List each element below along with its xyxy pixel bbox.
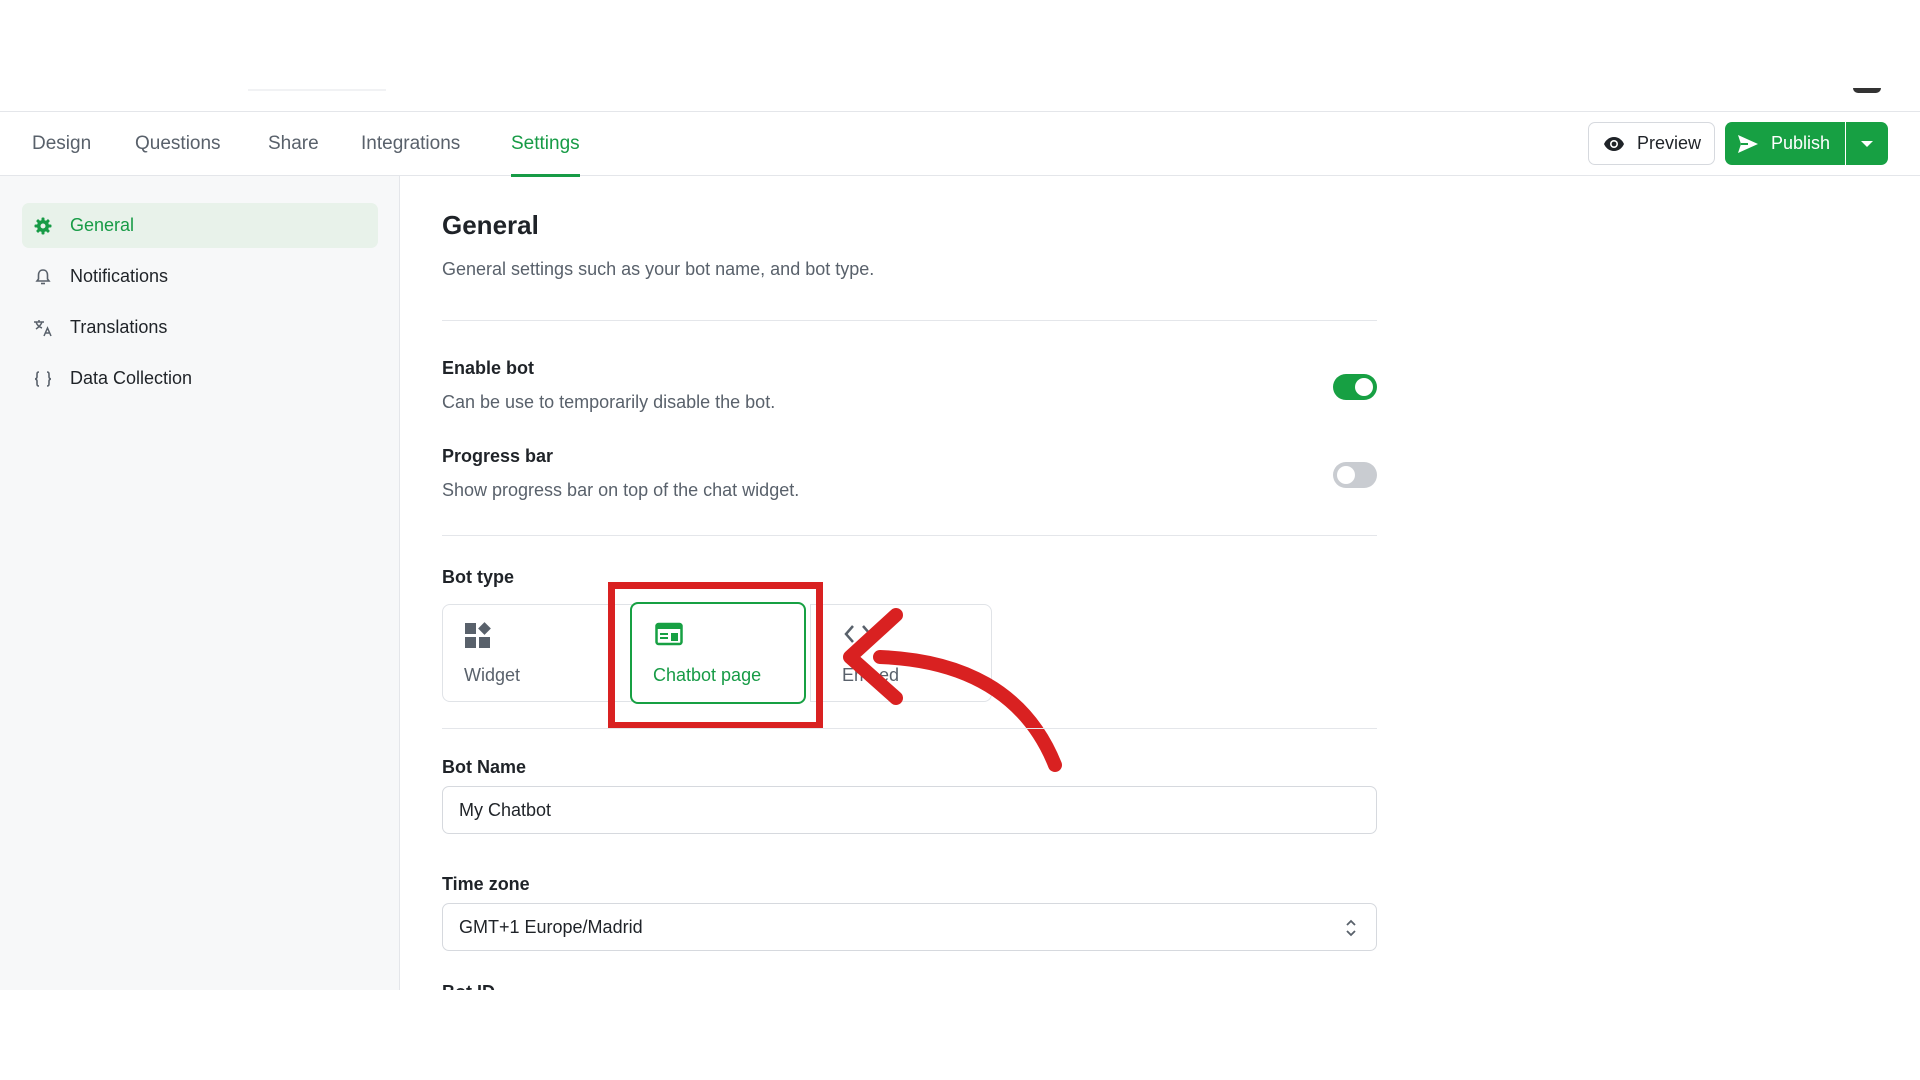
- bell-icon: [32, 266, 54, 288]
- enable-bot-label: Enable bot: [442, 358, 535, 378]
- publish-label: Publish: [1771, 133, 1831, 153]
- sidebar-item-translations[interactable]: Translations: [22, 305, 378, 350]
- bot-type-option-label: Chatbot page: [653, 665, 762, 685]
- avatar[interactable]: [1853, 88, 1881, 93]
- caret-down-icon: [1861, 140, 1873, 147]
- enable-bot-toggle[interactable]: [1333, 374, 1377, 400]
- preview-label: Preview: [1637, 133, 1702, 153]
- tab-design[interactable]: Design: [32, 112, 91, 176]
- section-divider: [442, 320, 1377, 321]
- bot-type-option-label: Widget: [464, 665, 521, 685]
- time-zone-value: GMT+1 Europe/Madrid: [459, 916, 643, 937]
- sidebar-item-general[interactable]: General: [22, 203, 378, 248]
- progress-bar-description: Show progress bar on top of the chat wid…: [442, 480, 800, 500]
- app-header: [0, 0, 1920, 112]
- sidebar-item-label: Data Collection: [70, 368, 193, 388]
- settings-sidebar: General Notifications Translations Data …: [0, 176, 400, 990]
- eye-icon: [1604, 136, 1624, 151]
- tab-integrations[interactable]: Integrations: [361, 112, 460, 176]
- bot-type-widget-option[interactable]: Widget: [442, 604, 632, 702]
- widget-icon: [464, 622, 492, 655]
- send-icon: [1738, 134, 1758, 153]
- progress-bar-label: Progress bar: [442, 446, 554, 466]
- bot-name-value: My Chatbot: [459, 799, 552, 820]
- sidebar-item-label: Translations: [70, 317, 168, 337]
- bot-id-label: Bot ID: [442, 982, 495, 990]
- bot-type-option-label: Embed: [842, 665, 900, 685]
- translate-icon: [32, 317, 54, 339]
- section-divider: [442, 728, 1377, 729]
- section-divider: [442, 535, 1377, 536]
- bot-type-label: Bot type: [442, 567, 514, 587]
- bot-type-embed-option[interactable]: Embed: [810, 604, 992, 702]
- tab-share[interactable]: Share: [268, 112, 319, 176]
- tab-questions[interactable]: Questions: [135, 112, 221, 176]
- braces-icon: [32, 368, 54, 390]
- sidebar-item-notifications[interactable]: Notifications: [22, 254, 378, 299]
- embed-icon: [844, 622, 872, 651]
- preview-button[interactable]: Preview: [1588, 122, 1715, 165]
- gear-icon: [32, 215, 54, 237]
- toggle-knob: [1337, 466, 1355, 484]
- publish-button[interactable]: Publish: [1725, 122, 1845, 165]
- page-subtitle: General settings such as your bot name, …: [442, 259, 875, 279]
- bot-type-chatbot-page-option[interactable]: Chatbot page: [630, 602, 806, 704]
- page-icon: [655, 622, 683, 651]
- bot-name-label: Bot Name: [442, 757, 527, 777]
- progress-bar-toggle[interactable]: [1333, 462, 1377, 488]
- header-divider: [248, 89, 386, 91]
- publish-options-button[interactable]: [1846, 122, 1888, 165]
- bot-name-input[interactable]: My Chatbot: [442, 786, 1377, 834]
- page-title: General: [442, 210, 539, 240]
- page: Design Questions Share Integrations Sett…: [0, 0, 1920, 1080]
- chevron-updown-icon: [1346, 919, 1356, 937]
- tab-settings[interactable]: Settings: [511, 112, 580, 177]
- time-zone-label: Time zone: [442, 874, 530, 894]
- sidebar-item-label: General: [70, 215, 135, 235]
- sidebar-item-label: Notifications: [70, 266, 169, 286]
- time-zone-select[interactable]: GMT+1 Europe/Madrid: [442, 903, 1377, 951]
- enable-bot-description: Can be use to temporarily disable the bo…: [442, 392, 776, 412]
- sidebar-item-data-collection[interactable]: Data Collection: [22, 356, 378, 401]
- toggle-knob: [1355, 378, 1373, 396]
